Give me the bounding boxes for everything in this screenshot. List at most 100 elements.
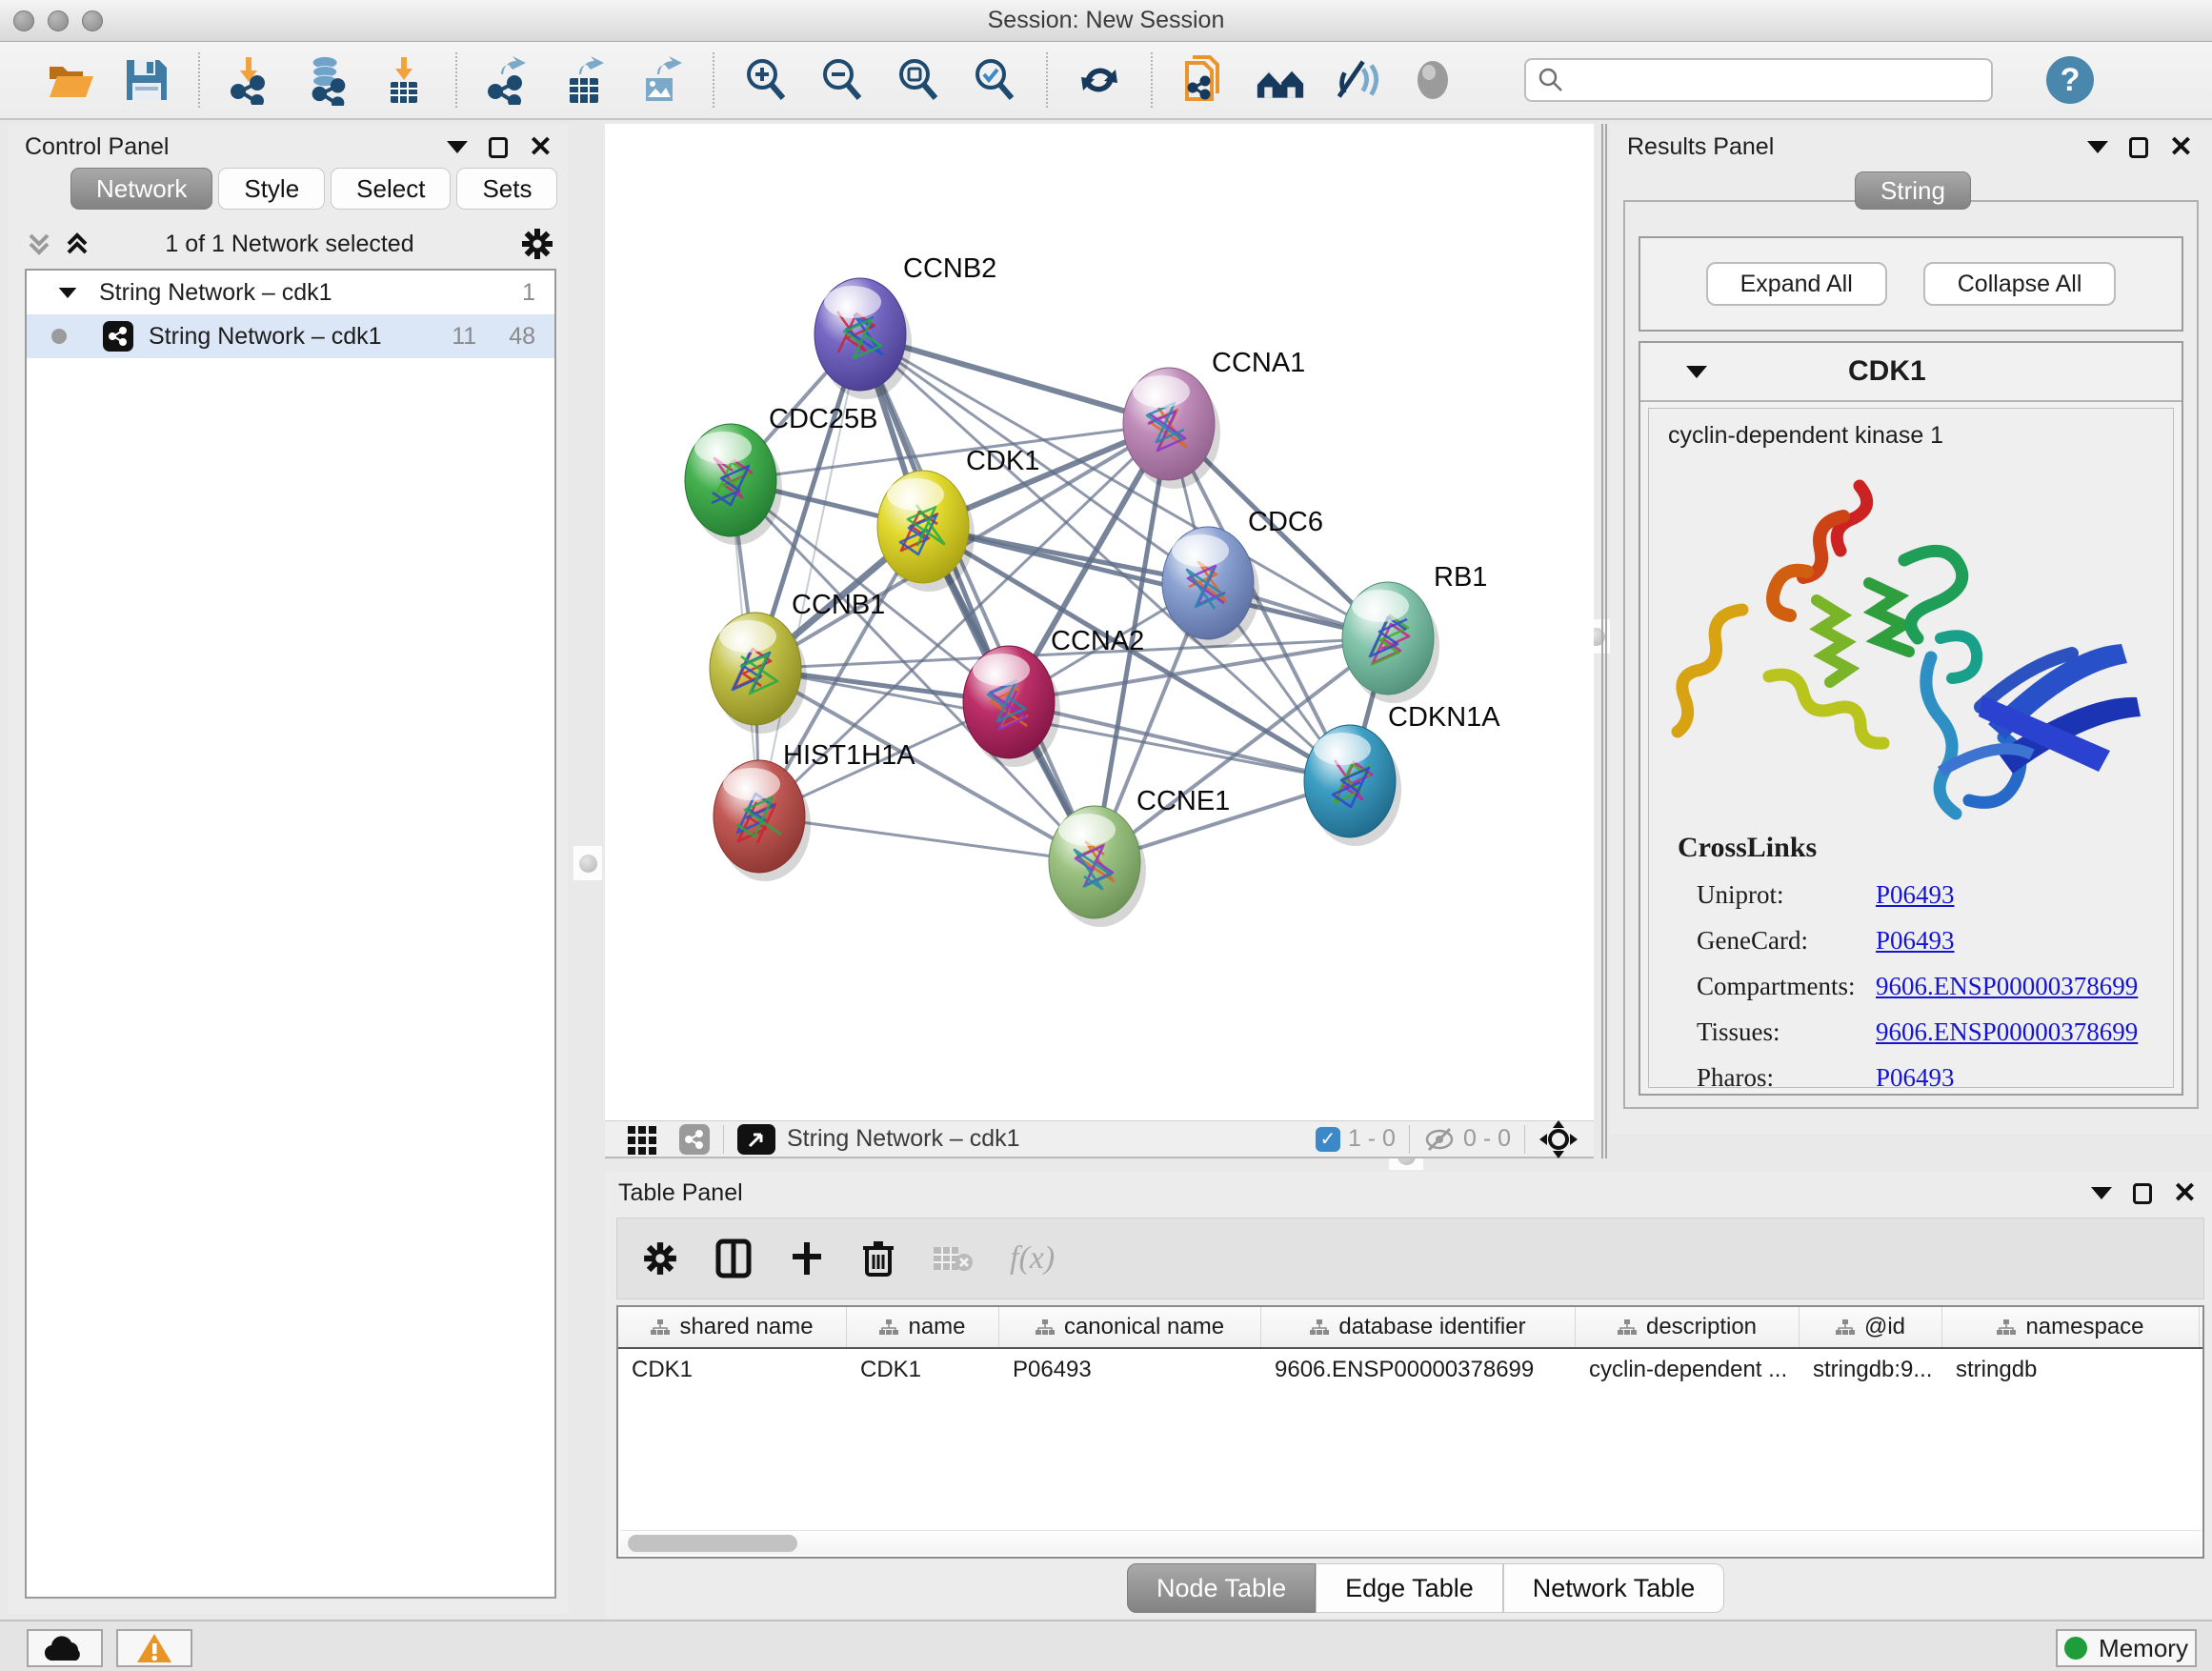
node-CDKN1A[interactable]: CDKN1A (1304, 702, 1500, 846)
delete-table-icon (932, 1243, 974, 1274)
gear-icon[interactable] (520, 227, 554, 261)
table-cell[interactable]: stringdb (1942, 1349, 2200, 1391)
table-row[interactable]: CDK1CDK1P064939606.ENSP00000378699cyclin… (618, 1349, 2202, 1391)
collapse-all-button[interactable]: Collapse All (1923, 262, 2117, 306)
tab-network-table[interactable]: Network Table (1503, 1563, 1725, 1613)
cloud-status-button[interactable] (27, 1629, 103, 1667)
export-image-button[interactable] (636, 55, 686, 105)
tab-network[interactable]: Network (70, 168, 212, 210)
network-row[interactable]: String Network – cdk1 11 48 (27, 314, 554, 358)
selected-checkbox[interactable]: ✓ (1316, 1127, 1340, 1152)
node-HIST1H1A[interactable]: HIST1H1A (714, 740, 915, 881)
export-network-icon (484, 55, 533, 105)
import-network-button[interactable] (227, 55, 276, 105)
table-cell[interactable]: CDK1 (847, 1349, 999, 1391)
crosslink-link[interactable]: 9606.ENSP00000378699 (1876, 972, 2138, 1001)
crosslink-link[interactable]: 9606.ENSP00000378699 (1876, 1017, 2138, 1047)
table-cell[interactable]: 9606.ENSP00000378699 (1261, 1349, 1576, 1391)
gene-card: CDK1 cyclin-dependent kinase 1 (1639, 341, 2183, 1096)
fit-content-icon[interactable] (737, 1124, 775, 1155)
expand-all-icon[interactable] (63, 228, 91, 260)
home-networks-button[interactable] (1256, 55, 1305, 105)
column-header-description[interactable]: description (1576, 1307, 1800, 1347)
zoom-in-button[interactable] (741, 55, 791, 105)
main-toolbar: ? (0, 42, 2212, 120)
crosslink-link[interactable]: P06493 (1876, 926, 1955, 956)
string-import-button[interactable] (1179, 55, 1229, 105)
column-header-database-identifier[interactable]: database identifier (1261, 1307, 1576, 1347)
column-header-@id[interactable]: @id (1800, 1307, 1942, 1347)
column-header-canonical-name[interactable]: canonical name (999, 1307, 1261, 1347)
update-networks-button[interactable] (1075, 55, 1124, 105)
gene-expand-icon[interactable] (1686, 366, 1707, 378)
table-settings-gear-icon[interactable] (642, 1240, 678, 1277)
gene-card-header[interactable]: CDK1 (1640, 343, 2182, 402)
search-box[interactable] (1524, 58, 1993, 102)
save-session-button[interactable] (122, 55, 171, 105)
float-panel-icon[interactable] (2129, 137, 2148, 158)
export-table-button[interactable] (560, 55, 610, 105)
table-cell[interactable]: stringdb:9... (1800, 1349, 1942, 1391)
table-cell[interactable]: P06493 (999, 1349, 1261, 1391)
node-CCNB1[interactable]: CCNB1 (710, 590, 885, 734)
left-splitter-handle[interactable] (573, 846, 602, 880)
import-network-from-database-button[interactable] (303, 55, 352, 105)
expand-all-button[interactable]: Expand All (1706, 262, 1887, 306)
horizontal-scrollbar[interactable] (620, 1530, 2201, 1555)
close-panel-icon[interactable]: ✕ (2173, 1183, 2197, 1204)
tab-node-table[interactable]: Node Table (1127, 1563, 1316, 1613)
zoom-selected-button[interactable] (970, 55, 1019, 105)
node-CCNE1[interactable]: CCNE1 (1049, 786, 1230, 927)
scrollbar-thumb[interactable] (628, 1535, 797, 1552)
panel-menu-icon[interactable] (447, 141, 468, 153)
panel-menu-icon[interactable] (2087, 141, 2108, 153)
crosslink-label: Pharos: (1697, 1063, 1876, 1088)
close-panel-icon[interactable]: ✕ (2169, 137, 2193, 158)
close-panel-icon[interactable]: ✕ (529, 137, 553, 158)
pan-crosshair-icon[interactable] (1538, 1119, 1579, 1159)
node-CDC6[interactable]: CDC6 (1162, 507, 1323, 648)
help-button[interactable]: ? (2046, 56, 2094, 104)
delete-column-trash-icon[interactable] (861, 1238, 895, 1278)
network-canvas[interactable]: CCNB2CCNA1CDC25BCDK1CDC6RB1CCNB1CCNA2CDK… (605, 124, 1594, 1120)
hide-glass-panels-button[interactable] (1332, 55, 1381, 105)
network-type-icon[interactable] (679, 1124, 710, 1155)
toolbar-separator (1151, 52, 1153, 108)
show-columns-icon[interactable] (714, 1238, 753, 1278)
collapse-all-icon[interactable] (25, 228, 53, 260)
column-header-shared-name[interactable]: shared name (618, 1307, 847, 1347)
float-panel-icon[interactable] (489, 137, 508, 158)
memory-button[interactable]: Memory (2056, 1629, 2197, 1667)
column-header-namespace[interactable]: namespace (1942, 1307, 2200, 1347)
birds-eye-grid-icon[interactable] (626, 1122, 660, 1157)
tab-string[interactable]: String (1855, 171, 1971, 210)
string-file-share-icon (1179, 55, 1229, 105)
add-column-icon[interactable] (789, 1240, 825, 1277)
float-panel-icon[interactable] (2133, 1183, 2152, 1204)
table-cell[interactable]: CDK1 (618, 1349, 847, 1391)
tab-sets[interactable]: Sets (456, 168, 557, 210)
tab-select[interactable]: Select (331, 168, 451, 210)
search-input[interactable] (1574, 67, 1980, 93)
zoom-out-button[interactable] (817, 55, 867, 105)
zoom-fit-button[interactable] (894, 55, 943, 105)
panel-menu-icon[interactable] (2091, 1187, 2112, 1199)
export-network-button[interactable] (484, 55, 533, 105)
node-RB1[interactable]: RB1 (1342, 562, 1487, 703)
table-cell[interactable]: cyclin-dependent ... (1576, 1349, 1800, 1391)
open-session-button[interactable] (46, 55, 95, 105)
column-header-name[interactable]: name (847, 1307, 999, 1347)
crosslink-link[interactable]: P06493 (1876, 1063, 1955, 1088)
warnings-button[interactable] (116, 1629, 192, 1667)
show-glass-panels-button[interactable] (1408, 55, 1458, 105)
column-type-icon (1997, 1319, 2016, 1336)
node-CCNA2[interactable]: CCNA2 (963, 626, 1144, 767)
results-panel: Results Panel ✕ String Expand All Collap… (1610, 124, 2212, 1134)
tab-edge-table[interactable]: Edge Table (1316, 1563, 1503, 1613)
import-table-button[interactable] (379, 55, 429, 105)
warning-icon (135, 1632, 173, 1664)
tab-style[interactable]: Style (218, 168, 325, 210)
network-collection-row[interactable]: String Network – cdk1 1 (27, 271, 554, 314)
crosslink-link[interactable]: P06493 (1876, 880, 1955, 910)
collection-expand-icon[interactable] (59, 287, 77, 297)
